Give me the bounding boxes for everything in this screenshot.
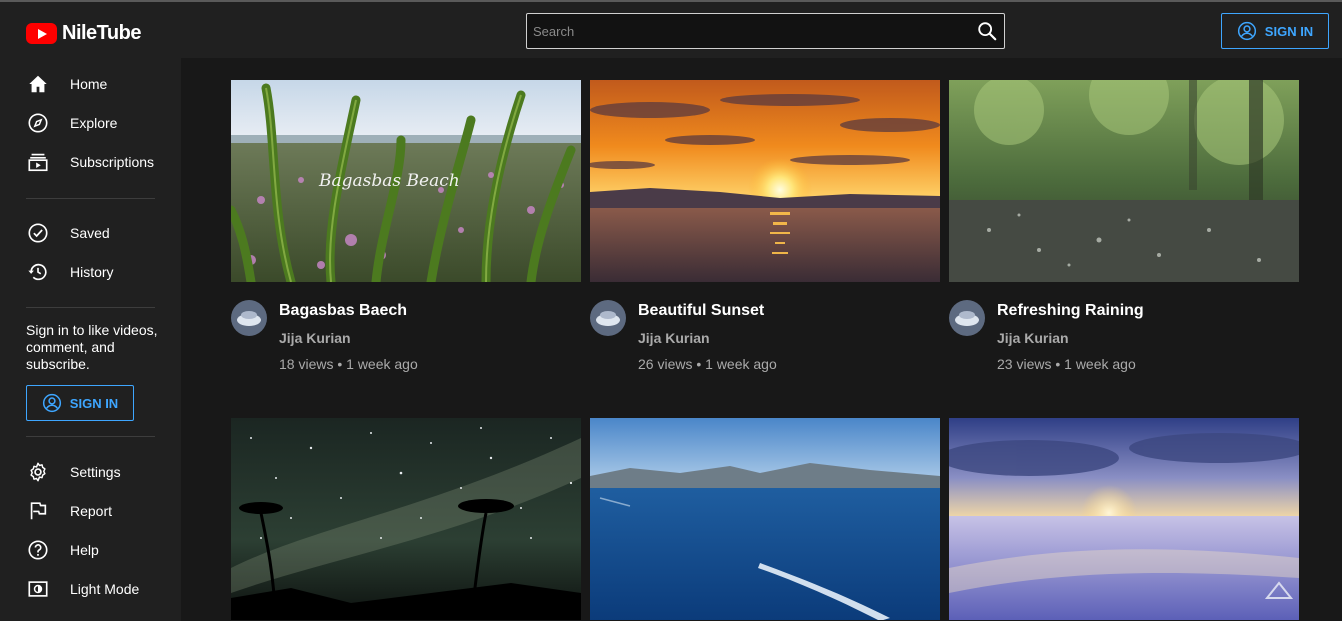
video-meta: 26 views • 1 week ago: [638, 356, 777, 372]
sidebar-sign-in-label: SIGN IN: [69, 395, 119, 411]
flag-icon: [26, 499, 50, 523]
sidebar-sign-in-button[interactable]: SIGN IN: [26, 385, 134, 421]
channel-avatar[interactable]: [231, 300, 267, 336]
sign-in-prompt: Sign in to like videos, comment, and sub…: [26, 322, 158, 372]
sidebar-item-label: Saved: [70, 224, 110, 241]
sidebar-item-label: Explore: [70, 114, 118, 131]
sidebar-item-label: Settings: [70, 463, 121, 480]
header-sign-in-label: SIGN IN: [1264, 23, 1314, 39]
account-icon: [42, 393, 61, 413]
sidebar-divider: [26, 436, 155, 437]
subscriptions-icon: [26, 150, 50, 174]
video-thumbnail[interactable]: [949, 418, 1299, 620]
history-icon: [26, 260, 50, 284]
top-bar: NileTube SIGN IN: [0, 2, 1342, 58]
sidebar-item-settings[interactable]: Settings: [0, 452, 181, 491]
sidebar-item-label: Subscriptions: [70, 153, 155, 170]
header-sign-in-button[interactable]: SIGN IN: [1221, 13, 1329, 49]
video-thumbnail[interactable]: Bagasbas Beach: [231, 80, 581, 282]
sidebar-item-report[interactable]: Report: [0, 491, 181, 530]
channel-avatar[interactable]: [590, 300, 626, 336]
app-name: NileTube: [62, 21, 141, 44]
account-icon: [1237, 21, 1256, 41]
video-thumbnail[interactable]: [590, 80, 940, 282]
search-button[interactable]: [976, 20, 998, 42]
home-icon: [26, 72, 50, 96]
sidebar-item-explore[interactable]: Explore: [0, 103, 181, 142]
sidebar-item-saved[interactable]: Saved: [0, 213, 181, 252]
light-mode-icon: [26, 577, 50, 601]
sidebar-item-subscriptions[interactable]: Subscriptions: [0, 142, 181, 181]
video-title[interactable]: Refreshing Raining: [997, 302, 1144, 320]
channel-name[interactable]: Jija Kurian: [997, 330, 1069, 346]
video-thumbnail[interactable]: [590, 418, 940, 620]
sidebar-item-home[interactable]: Home: [0, 64, 181, 103]
sidebar-divider: [26, 307, 155, 308]
sidebar-item-label: Help: [70, 541, 99, 558]
video-meta: 23 views • 1 week ago: [997, 356, 1136, 372]
check-circle-icon: [26, 221, 50, 245]
video-thumbnail[interactable]: [231, 418, 581, 620]
video-thumbnail[interactable]: [949, 80, 1299, 282]
video-meta: 18 views • 1 week ago: [279, 356, 418, 372]
video-title[interactable]: Bagasbas Baech: [279, 302, 407, 320]
sidebar-item-light-mode[interactable]: Light Mode: [0, 569, 181, 608]
sidebar-item-label: History: [70, 263, 114, 280]
compass-icon: [26, 111, 50, 135]
play-logo-icon: [26, 22, 57, 44]
sidebar-item-label: Home: [70, 75, 108, 92]
search-icon: [978, 22, 997, 41]
logo[interactable]: NileTube: [26, 22, 141, 44]
sidebar-item-help[interactable]: Help: [0, 530, 181, 569]
gear-icon: [26, 460, 50, 484]
sidebar-divider: [26, 198, 155, 199]
channel-name[interactable]: Jija Kurian: [279, 330, 351, 346]
search-input[interactable]: [527, 14, 967, 48]
help-icon: [26, 538, 50, 562]
sidebar-item-history[interactable]: History: [0, 252, 181, 291]
thumbnail-caption: Bagasbas Beach: [318, 171, 460, 191]
video-title[interactable]: Beautiful Sunset: [638, 302, 764, 320]
search-box: [526, 13, 1005, 49]
channel-name[interactable]: Jija Kurian: [638, 330, 710, 346]
channel-avatar[interactable]: [949, 300, 985, 336]
sidebar-item-label: Light Mode: [70, 580, 140, 597]
sidebar-item-label: Report: [70, 502, 113, 519]
sidebar: Home Explore Subscriptions Saved History…: [0, 58, 181, 621]
